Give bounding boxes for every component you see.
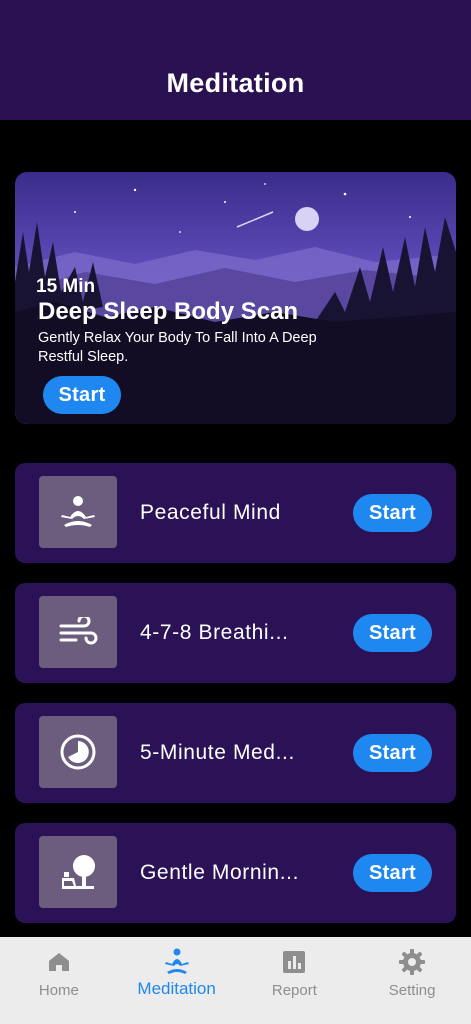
morning-sun-icon [62, 855, 95, 889]
tab-home[interactable]: Home [0, 937, 118, 1024]
session-card-breathing[interactable]: 4-7-8 Breathi... Start [15, 583, 456, 683]
meditation-screen: Meditation 15 Min Deep Sleep Body Scan G… [0, 0, 471, 1024]
gear-icon [399, 949, 426, 975]
session-icon-box [39, 476, 117, 548]
tab-label: Setting [388, 982, 436, 999]
wind-icon [59, 617, 98, 645]
bar-chart-icon [283, 951, 306, 973]
meditation-pose-icon [61, 496, 95, 527]
tab-setting[interactable]: Setting [353, 937, 471, 1024]
session-card-gentle-morning[interactable]: Gentle Mornin... Start [15, 823, 456, 923]
session-icon-box [39, 596, 117, 668]
start-button[interactable]: Start [353, 494, 432, 532]
session-label: Peaceful Mind [140, 501, 281, 524]
session-card-five-minute[interactable]: 5-Minute Med... Start [15, 703, 456, 803]
session-icon-box [39, 716, 117, 788]
header: Meditation [0, 0, 471, 120]
session-label: 4-7-8 Breathi... [140, 621, 289, 644]
meditation-icon [164, 948, 189, 974]
session-label: 5-Minute Med... [140, 741, 295, 764]
tab-meditation[interactable]: Meditation [118, 937, 236, 1024]
tab-report[interactable]: Report [236, 937, 354, 1024]
tab-label: Meditation [137, 979, 216, 998]
tab-label: Home [38, 982, 79, 999]
page-title: Meditation [166, 68, 305, 98]
start-button[interactable]: Start [353, 854, 432, 892]
session-duration: 15 Min [36, 276, 96, 297]
start-button[interactable]: Start [353, 614, 432, 652]
session-icon-box [39, 836, 117, 908]
tab-label: Report [271, 982, 317, 999]
home-icon [48, 953, 69, 971]
featured-session-card[interactable]: 15 Min Deep Sleep Body Scan Gently Relax… [15, 172, 456, 424]
session-card-peaceful-mind[interactable]: Peaceful Mind Start [15, 463, 456, 563]
session-label: Gentle Mornin... [140, 861, 299, 884]
timer-pie-icon [60, 734, 96, 770]
session-title: Deep Sleep Body Scan [38, 298, 299, 325]
hero-start-button[interactable]: Start [43, 376, 121, 414]
session-description: Gently Relax Your Body To Fall Into A De… [38, 330, 317, 365]
bottom-tab-bar: Home Meditation Report Setting [0, 937, 471, 1024]
start-button[interactable]: Start [353, 734, 432, 772]
